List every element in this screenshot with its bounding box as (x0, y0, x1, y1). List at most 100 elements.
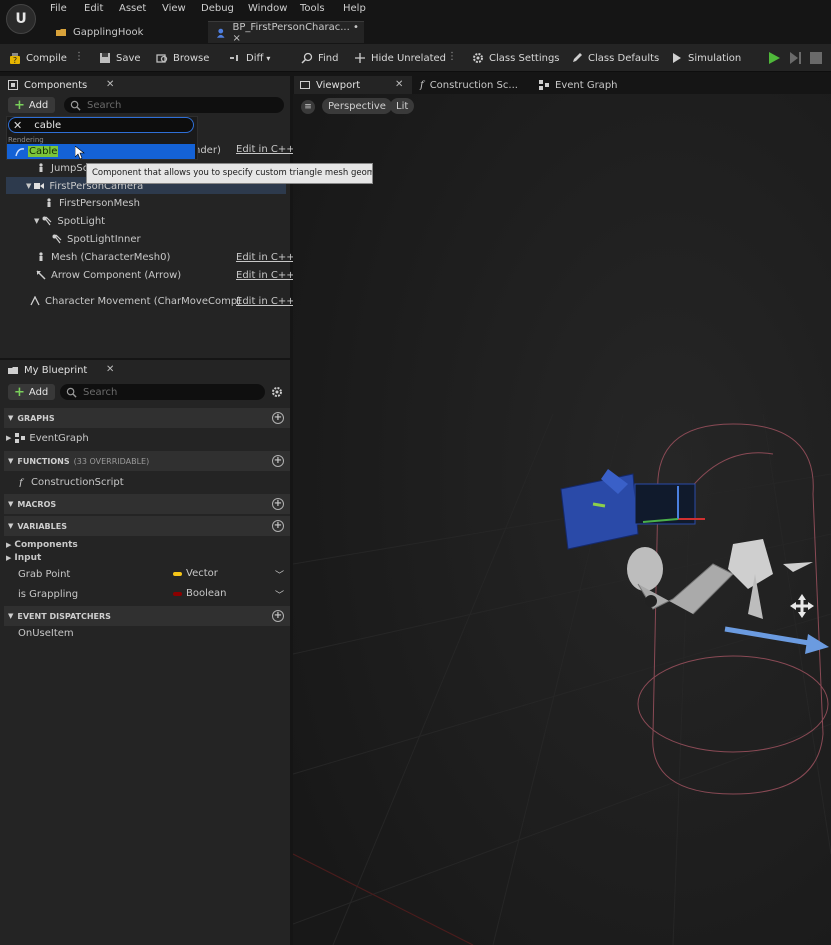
components-tab-label: Components (24, 79, 88, 91)
tab-event-graph[interactable]: Event Graph (539, 76, 618, 94)
dropdown-item-cable[interactable]: Cable (7, 144, 195, 159)
add-component-button[interactable]: + Add (8, 97, 56, 113)
hide-unrelated-button[interactable]: Hide Unrelated (354, 50, 446, 66)
vector-type-pill-icon (173, 572, 182, 576)
components-search-input[interactable]: Search (64, 97, 284, 113)
edit-in-cpp-link[interactable]: Edit in C++ (236, 296, 295, 307)
add-variable-icon[interactable]: + (272, 520, 284, 532)
dispatcher-onuseitem[interactable]: OnUseItem (18, 625, 74, 641)
edit-in-cpp-link[interactable]: Edit in C++ (236, 144, 295, 155)
collapse-arrow-icon: ▼ (8, 612, 14, 620)
menu-help[interactable]: Help (343, 3, 366, 14)
class-settings-button[interactable]: Class Settings (472, 50, 560, 66)
event-graph-item[interactable]: ▶ EventGraph (6, 430, 89, 446)
browse-icon (156, 54, 168, 63)
lit-button[interactable]: Lit (390, 98, 415, 114)
tree-item-arrow-component[interactable]: Arrow Component (Arrow) (36, 266, 181, 284)
blueprint-icon (8, 367, 18, 374)
var-group-input[interactable]: ▶ Input (6, 550, 41, 566)
viewport[interactable]: ≡ Perspective Lit (293, 94, 831, 945)
close-icon[interactable]: ✕ (106, 79, 114, 90)
expand-arrow-icon[interactable]: ▼ (26, 182, 31, 190)
find-button[interactable]: Find (301, 50, 339, 66)
diff-button[interactable]: Diff ▾ (229, 50, 270, 66)
viewport-menu-icon[interactable]: ≡ (301, 100, 315, 114)
menu-edit[interactable]: Edit (84, 3, 103, 14)
doc-tab-gapplinghook[interactable]: GapplingHook (48, 21, 208, 43)
close-icon[interactable]: ✕ (395, 79, 403, 90)
save-icon (100, 53, 110, 63)
expand-arrow-icon[interactable]: ▼ (34, 217, 39, 225)
tab-label: Construction Sc... (429, 79, 518, 91)
class-defaults-button[interactable]: Class Defaults (571, 50, 659, 66)
section-functions[interactable]: ▼ FUNCTIONS (33 OVERRIDABLE) + (4, 451, 290, 471)
menu-asset[interactable]: Asset (119, 3, 146, 14)
tree-item-character-movement[interactable]: Character Movement (CharMoveComp) (30, 292, 241, 310)
construction-script-item[interactable]: f ConstructionScript (18, 474, 124, 490)
save-button[interactable]: Save (99, 50, 141, 66)
component-filter-input[interactable]: ✕ cable (8, 117, 194, 133)
browse-button[interactable]: Browse (156, 50, 209, 66)
edit-in-cpp-link[interactable]: Edit in C++ (236, 252, 295, 263)
svg-text:f: f (18, 478, 25, 487)
construction-script-label: ConstructionScript (31, 476, 124, 488)
blueprint-search-input[interactable]: Search (60, 384, 265, 400)
tree-item-firstpersonmesh[interactable]: FirstPersonMesh (44, 194, 140, 212)
menu-view[interactable]: View (162, 3, 186, 14)
close-icon[interactable]: ✕ (106, 364, 114, 375)
viewport-scene (293, 94, 831, 945)
tree-item-label: SpotLight (57, 215, 106, 227)
stop-icon[interactable] (810, 52, 822, 64)
section-variables[interactable]: ▼ VARIABLES + (4, 516, 290, 536)
event-graph-icon (539, 80, 549, 90)
expand-arrow-icon[interactable]: ▶ (6, 554, 11, 562)
gear-icon[interactable] (271, 386, 283, 398)
tree-item-spotlight[interactable]: ▼ SpotLight (34, 212, 105, 230)
add-graph-icon[interactable]: + (272, 412, 284, 424)
menu-window[interactable]: Window (248, 3, 287, 14)
perspective-button[interactable]: Perspective (322, 98, 392, 114)
compile-button[interactable]: ? Compile (9, 50, 67, 66)
add-macro-icon[interactable]: + (272, 498, 284, 510)
doc-tab-label: BP_FirstPersonCharac... • × (232, 21, 359, 44)
step-icon[interactable] (789, 51, 803, 65)
menu-tools[interactable]: Tools (300, 3, 325, 14)
variable-grab-point[interactable]: Grab Point (18, 566, 70, 582)
tab-label: Event Graph (555, 79, 618, 91)
plus-icon: + (14, 384, 25, 400)
compile-label: Compile (26, 52, 67, 64)
tree-item-spotlightinner[interactable]: SpotLightInner (52, 230, 141, 248)
edit-in-cpp-link[interactable]: Edit in C++ (236, 270, 295, 281)
var-group-label: Components (14, 540, 78, 550)
tab-construction-script[interactable]: f Construction Sc... (420, 76, 518, 94)
tree-item-mesh[interactable]: Mesh (CharacterMesh0) (36, 248, 170, 266)
menu-debug[interactable]: Debug (201, 3, 234, 14)
section-event-dispatchers[interactable]: ▼ EVENT DISPATCHERS + (4, 606, 290, 626)
skeletal-mesh-icon (47, 198, 51, 207)
expand-arrow-icon[interactable]: ▶ (6, 541, 11, 549)
mouse-cursor-icon (75, 146, 85, 160)
more-options-icon[interactable]: ⋮ (447, 51, 457, 65)
chevron-down-icon[interactable]: ﹀ (275, 588, 284, 601)
unreal-logo-icon[interactable]: U (6, 4, 36, 34)
section-graphs[interactable]: ▼ GRAPHS + (4, 408, 290, 428)
hide-unrelated-label: Hide Unrelated (371, 52, 447, 64)
add-dispatcher-icon[interactable]: + (272, 610, 284, 622)
tree-item-label: SpotLightInner (67, 233, 141, 245)
collapse-arrow-icon: ▼ (8, 414, 14, 422)
clear-icon[interactable]: ✕ (13, 119, 22, 132)
add-function-icon[interactable]: + (272, 455, 284, 467)
section-macros[interactable]: ▼ MACROS + (4, 494, 290, 514)
doc-tab-bp-firstperson[interactable]: BP_FirstPersonCharac... • × (208, 21, 364, 44)
blueprint-folder-icon (56, 29, 66, 36)
play-icon[interactable] (767, 51, 781, 65)
add-blueprint-item-button[interactable]: + Add (8, 384, 56, 400)
svg-text:?: ? (13, 56, 17, 64)
compile-options-icon[interactable]: ⋮ (74, 51, 84, 65)
menu-file[interactable]: File (50, 3, 67, 14)
simulation-button[interactable]: Simulation (671, 50, 741, 66)
expand-arrow-icon[interactable]: ▶ (6, 434, 11, 442)
chevron-down-icon[interactable]: ﹀ (275, 568, 284, 581)
var-group-label: Input (14, 553, 42, 563)
variable-is-grappling[interactable]: is Grappling (18, 586, 78, 602)
